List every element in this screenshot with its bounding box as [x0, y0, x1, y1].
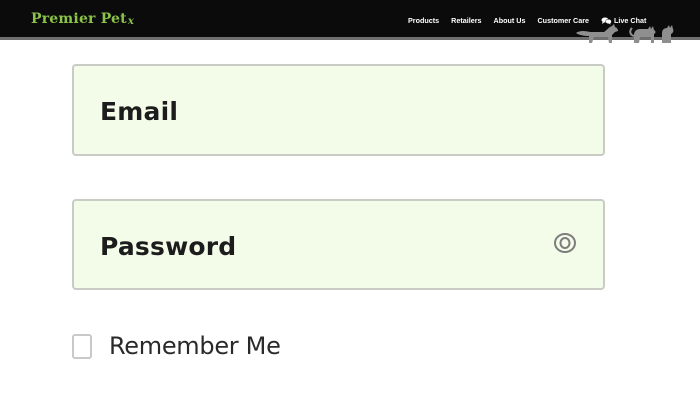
nav-retailers[interactable]: Retailers: [451, 16, 481, 25]
remember-me-row: Remember Me: [72, 332, 281, 360]
brand-swirl: x: [127, 16, 134, 27]
brand-logo[interactable]: Premier Petx: [31, 11, 134, 27]
eye-icon[interactable]: [553, 232, 577, 254]
email-field[interactable]: Email: [72, 64, 605, 156]
site-header: Premier Petx Products Retailers About Us…: [0, 0, 700, 43]
brand-name: Premier Pet: [31, 11, 127, 27]
remember-me-label[interactable]: Remember Me: [109, 332, 281, 360]
password-label: Password: [100, 232, 237, 261]
password-field[interactable]: Password: [72, 199, 605, 290]
dog-and-cat-silhouette-icon: [576, 24, 674, 43]
nav-about-us[interactable]: About Us: [494, 16, 526, 25]
email-label: Email: [100, 97, 179, 126]
nav-products[interactable]: Products: [408, 16, 439, 25]
remember-me-checkbox[interactable]: [72, 333, 92, 359]
